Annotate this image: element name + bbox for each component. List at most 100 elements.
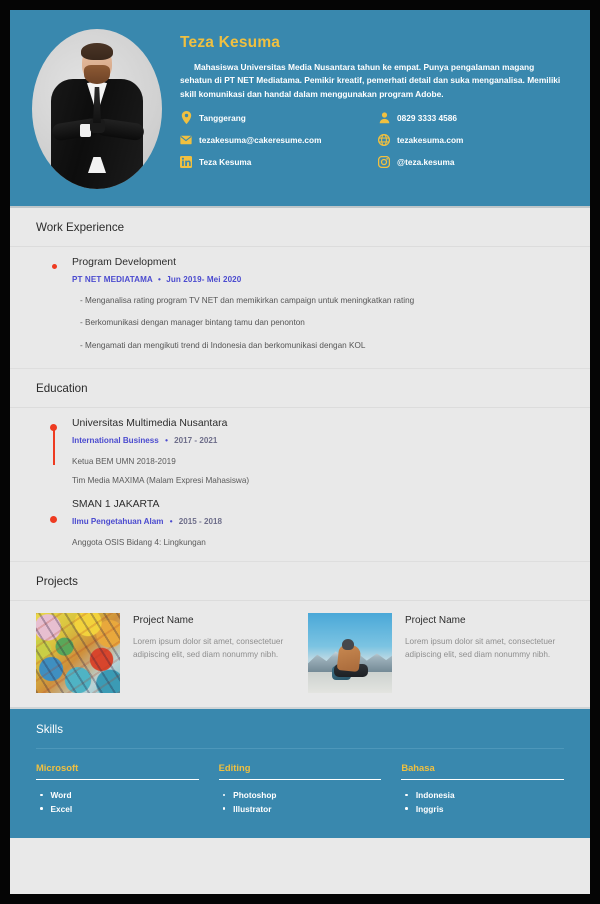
skill-category: Microsoft Word Excel <box>36 762 199 816</box>
profile-photo <box>32 29 162 189</box>
education-meta: International Business • 2017 - 2021 <box>72 436 564 445</box>
section-work-experience: Work Experience Program Development PT N… <box>10 208 590 368</box>
education-years: 2015 - 2018 <box>178 516 223 526</box>
project-thumbnail <box>36 612 120 693</box>
timeline-marker <box>36 257 72 354</box>
project-card[interactable]: Project Name Lorem ipsum dolor sit amet,… <box>308 612 564 693</box>
skill-item: Word <box>36 789 199 802</box>
skill-item-label: Indonesia <box>415 790 455 801</box>
education-years: 2017 - 2021 <box>174 435 218 445</box>
project-info: Project Name Lorem ipsum dolor sit amet,… <box>133 613 292 693</box>
project-name: Project Name <box>133 614 194 626</box>
skill-item: Illustrator <box>219 803 382 816</box>
contact-instagram-value: @teza.kesuma <box>397 156 455 167</box>
contact-phone[interactable]: 0829 3333 4586 <box>378 112 568 124</box>
skill-item: Inggris <box>401 803 564 816</box>
job-details: Program Development PT NET MEDIATAMA • J… <box>72 257 564 354</box>
contact-instagram[interactable]: @teza.kesuma <box>378 155 568 168</box>
skill-category-label: Bahasa <box>401 761 435 773</box>
contact-website[interactable]: tezakesuma.com <box>378 133 568 146</box>
skill-item-label: Illustrator <box>233 803 272 814</box>
resume-document: Teza Kesuma Mahasiswa Universitas Media … <box>10 10 590 894</box>
skill-item: Photoshop <box>219 789 382 802</box>
skill-item-list: Photoshop Illustrator <box>219 789 382 816</box>
job-title: Program Development <box>72 257 176 268</box>
photo-hair <box>81 43 113 60</box>
project-thumbnail <box>308 612 392 693</box>
contact-location[interactable]: Tanggerang <box>180 111 370 125</box>
skill-category-rule <box>36 778 199 781</box>
education-major: International Business <box>72 435 159 445</box>
person-phone-icon <box>378 112 390 124</box>
education-meta-separator: • <box>165 435 168 445</box>
timeline-dot-icon <box>51 264 57 269</box>
job-bullet: - Berkomunikasi dengan manager bintang t… <box>80 318 305 328</box>
skill-item-label: Inggris <box>415 803 444 814</box>
page-title: Teza Kesuma <box>180 34 281 51</box>
job-company: PT NET MEDIATAMA <box>72 275 153 284</box>
education-note: Anggota OSIS Bidang 4: Lingkungan <box>72 537 206 547</box>
skill-category-rule <box>401 778 564 781</box>
graffiti-artwork-image <box>36 612 120 693</box>
skill-category: Editing Photoshop Illustrator <box>218 762 382 816</box>
contact-location-value: Tanggerang <box>199 112 246 123</box>
skill-item-list: Word Excel <box>36 789 199 816</box>
job-dates: Jun 2019- Mei 2020 <box>166 275 242 284</box>
profile-summary: Mahasiswa Universitas Media Nusantara ta… <box>180 62 561 99</box>
education-list: Universitas Multimedia Nusantara Interna… <box>72 418 564 547</box>
section-skills: Skills Microsoft Word Excel Editing Phot… <box>10 706 590 839</box>
work-experience-heading: Work Experience <box>10 208 590 247</box>
timeline-rail <box>36 418 72 547</box>
education-timeline: Universitas Multimedia Nusantara Interna… <box>36 418 564 547</box>
project-description: Lorem ipsum dolor sit amet, consectetuer… <box>405 636 556 660</box>
resume-header: Teza Kesuma Mahasiswa Universitas Media … <box>10 10 590 208</box>
bullet-dot-icon <box>405 807 408 810</box>
project-description: Lorem ipsum dolor sit amet, consectetuer… <box>133 636 284 660</box>
bullet-dot-icon <box>222 793 226 797</box>
education-item: Universitas Multimedia Nusantara Interna… <box>72 418 564 485</box>
education-school: SMAN 1 JAKARTA <box>72 498 160 510</box>
work-experience-body: Program Development PT NET MEDIATAMA • J… <box>10 247 590 368</box>
projects-grid: Project Name Lorem ipsum dolor sit amet,… <box>36 611 564 693</box>
project-info: Project Name Lorem ipsum dolor sit amet,… <box>405 613 564 693</box>
contact-linkedin[interactable]: Teza Kesuma <box>180 155 370 168</box>
skill-item-label: Word <box>50 790 72 801</box>
contact-email-value: tezakesuma@cakeresume.com <box>199 134 322 145</box>
education-note: Ketua BEM UMN 2018-2019 <box>72 456 176 466</box>
job-meta: PT NET MEDIATAMA • Jun 2019- Mei 2020 <box>72 275 564 284</box>
hiker-head-shape <box>342 639 355 651</box>
skill-category-label: Microsoft <box>36 761 79 773</box>
globe-icon <box>378 133 390 146</box>
location-pin-icon <box>180 111 192 125</box>
avatar <box>32 26 162 192</box>
bullet-dot-icon <box>405 793 408 797</box>
contact-website-value: tezakesuma.com <box>397 134 464 145</box>
photo-beard <box>84 65 110 84</box>
job-bullet: - Menganalisa rating program TV NET dan … <box>80 296 415 305</box>
bullet-dot-icon <box>222 807 226 810</box>
job-bullet: - Mengamati dan mengikuti trend di Indon… <box>80 340 366 350</box>
education-heading: Education <box>10 369 590 408</box>
skill-category-rule <box>218 778 382 781</box>
contact-email[interactable]: tezakesuma@cakeresume.com <box>180 134 370 146</box>
skill-item: Indonesia <box>401 789 564 802</box>
work-experience-item: Program Development PT NET MEDIATAMA • J… <box>36 257 564 354</box>
project-card[interactable]: Project Name Lorem ipsum dolor sit amet,… <box>36 612 292 693</box>
skill-category: Bahasa Indonesia Inggris <box>401 762 564 816</box>
project-name: Project Name <box>405 614 466 626</box>
contact-list: Tanggerang 0829 3333 4586 tezakesuma@cak… <box>180 111 568 168</box>
timeline-dot-icon <box>50 515 57 523</box>
section-education: Education Universitas Multimedia Nusanta… <box>10 368 590 561</box>
skill-item-label: Photoshop <box>233 790 277 801</box>
education-note: Tim Media MAXIMA (Malam Expresi Mahasisw… <box>72 475 250 485</box>
skills-grid: Microsoft Word Excel Editing Photoshop I… <box>36 762 564 816</box>
instagram-icon <box>378 155 390 168</box>
education-body: Universitas Multimedia Nusantara Interna… <box>10 408 590 561</box>
mountain-hiker-image <box>308 612 392 693</box>
section-projects: Projects Project Name Lorem ipsum dolor … <box>10 561 590 707</box>
bullet-dot-icon <box>40 807 43 810</box>
education-major: Ilmu Pengetahuan Alam <box>72 516 164 526</box>
skill-item-label: Excel <box>50 803 73 814</box>
education-meta-separator: • <box>169 516 173 526</box>
projects-heading: Projects <box>10 562 590 601</box>
